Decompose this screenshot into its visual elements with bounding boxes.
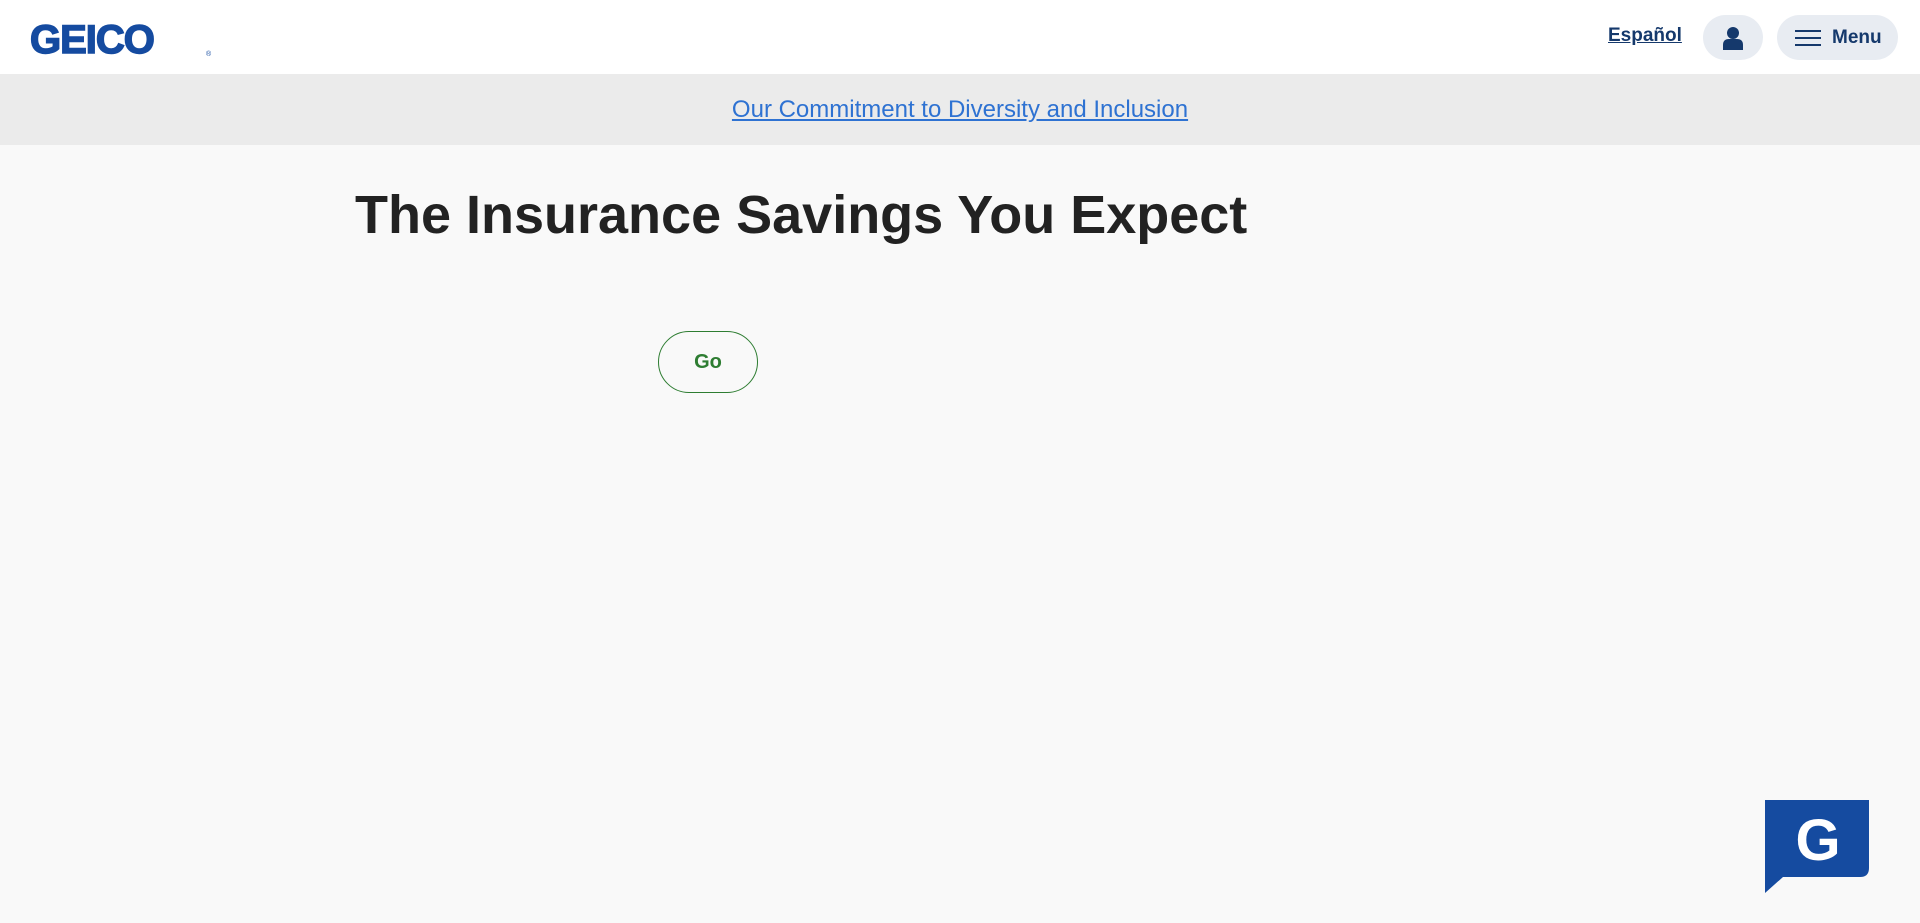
geico-logo[interactable]: GEICO ® xyxy=(30,18,215,58)
page-title: The Insurance Savings You Expect xyxy=(355,185,1248,245)
svg-text:®: ® xyxy=(206,50,212,58)
svg-text:GEICO: GEICO xyxy=(30,18,154,58)
svg-text:G: G xyxy=(1795,808,1840,873)
hamburger-icon xyxy=(1795,29,1821,46)
go-button[interactable]: Go xyxy=(658,331,758,393)
menu-label: Menu xyxy=(1832,26,1882,48)
person-icon xyxy=(1723,26,1743,50)
diversity-inclusion-link[interactable]: Our Commitment to Diversity and Inclusio… xyxy=(732,96,1188,124)
menu-button[interactable]: Menu xyxy=(1777,15,1898,60)
chat-launcher-button[interactable]: G xyxy=(1763,800,1871,894)
site-header: GEICO ® Español Menu xyxy=(0,0,1920,74)
announcement-banner: Our Commitment to Diversity and Inclusio… xyxy=(0,74,1920,145)
account-button[interactable] xyxy=(1703,15,1763,60)
language-link[interactable]: Español xyxy=(1608,25,1682,47)
geico-g-chat-icon: G xyxy=(1765,800,1869,893)
